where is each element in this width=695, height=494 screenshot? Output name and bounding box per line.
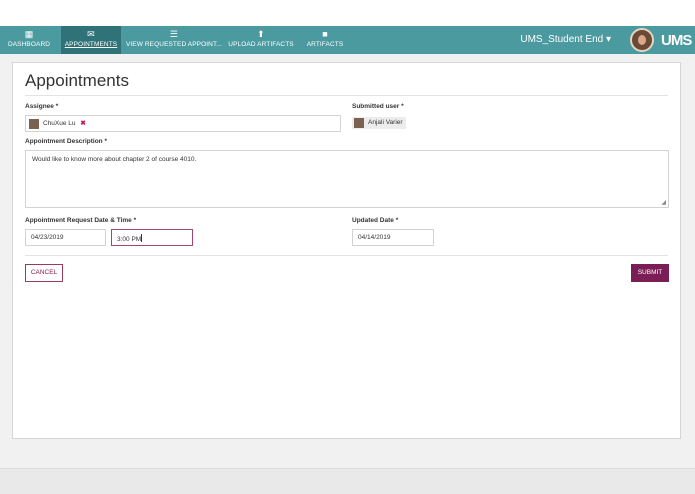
remove-assignee-icon[interactable]: ✖ xyxy=(80,120,85,127)
submitted-user-name: Anjali Varier xyxy=(368,119,403,126)
updated-date-input[interactable]: 04/14/2019 xyxy=(352,229,434,246)
submitted-user-avatar xyxy=(354,118,364,128)
description-textarea[interactable]: Would like to know more about chapter 2 … xyxy=(25,150,669,208)
request-time-input[interactable]: 3:00 PM xyxy=(111,229,193,246)
submitted-user-label: Submitted user * xyxy=(352,103,404,110)
window-top-area xyxy=(0,0,695,26)
request-date-input[interactable]: 04/23/2019 xyxy=(25,229,106,246)
page-title: Appointments xyxy=(25,71,129,90)
assignee-avatar xyxy=(29,119,39,129)
description-text: Would like to know more about chapter 2 … xyxy=(32,156,197,163)
list-icon: ☰ xyxy=(169,29,179,39)
updated-date-label: Updated Date * xyxy=(352,217,399,224)
envelope-icon: ✉ xyxy=(87,29,95,39)
nav-upload-artifacts[interactable]: ⬆ UPLOAD ARTIFACTS xyxy=(226,26,296,54)
title-divider xyxy=(25,95,668,96)
form-divider xyxy=(25,255,668,256)
request-time-value-wrap: 3:00 PM xyxy=(117,234,143,243)
assignee-field[interactable]: ChuXue Lu ✖ xyxy=(25,115,341,132)
submit-button[interactable]: SUBMIT xyxy=(631,264,669,282)
window-bottom-bar xyxy=(0,468,695,494)
user-avatar[interactable] xyxy=(630,28,654,52)
assignee-name: ChuXue Lu xyxy=(43,120,76,127)
request-date-value: 04/23/2019 xyxy=(31,234,64,241)
assignee-label: Assignee * xyxy=(25,103,59,110)
ums-logo: UMS xyxy=(661,32,692,49)
description-label: Appointment Description * xyxy=(25,138,107,145)
nav-appointments[interactable]: ✉ APPOINTMENTS xyxy=(61,26,121,54)
upload-icon: ⬆ xyxy=(257,29,265,39)
user-menu[interactable]: UMS_Student End ▾ xyxy=(520,34,611,45)
request-time-value: 3:00 PM xyxy=(117,236,142,243)
nav-dashboard[interactable]: ▦ DASHBOARD xyxy=(0,26,58,54)
text-caret xyxy=(141,234,143,242)
resize-handle-icon[interactable]: ◢ xyxy=(661,199,666,206)
updated-date-value: 04/14/2019 xyxy=(358,234,391,241)
assignee-chip: ChuXue Lu ✖ xyxy=(27,118,89,130)
cancel-button[interactable]: CANCEL xyxy=(25,264,63,282)
folder-icon: ■ xyxy=(322,29,328,39)
submitted-user-chip: Anjali Varier xyxy=(352,117,406,129)
dashboard-icon: ▦ xyxy=(24,29,34,39)
appointment-form-card: Appointments Assignee * ChuXue Lu ✖ Subm… xyxy=(12,62,681,439)
nav-view-requested-appointments[interactable]: ☰ VIEW REQUESTED APPOINT... xyxy=(125,26,223,54)
top-navbar: ▦ DASHBOARD ✉ APPOINTMENTS ☰ VIEW REQUES… xyxy=(0,26,695,54)
nav-artifacts[interactable]: ■ ARTIFACTS xyxy=(303,26,347,54)
request-datetime-label: Appointment Request Date & Time * xyxy=(25,217,137,224)
